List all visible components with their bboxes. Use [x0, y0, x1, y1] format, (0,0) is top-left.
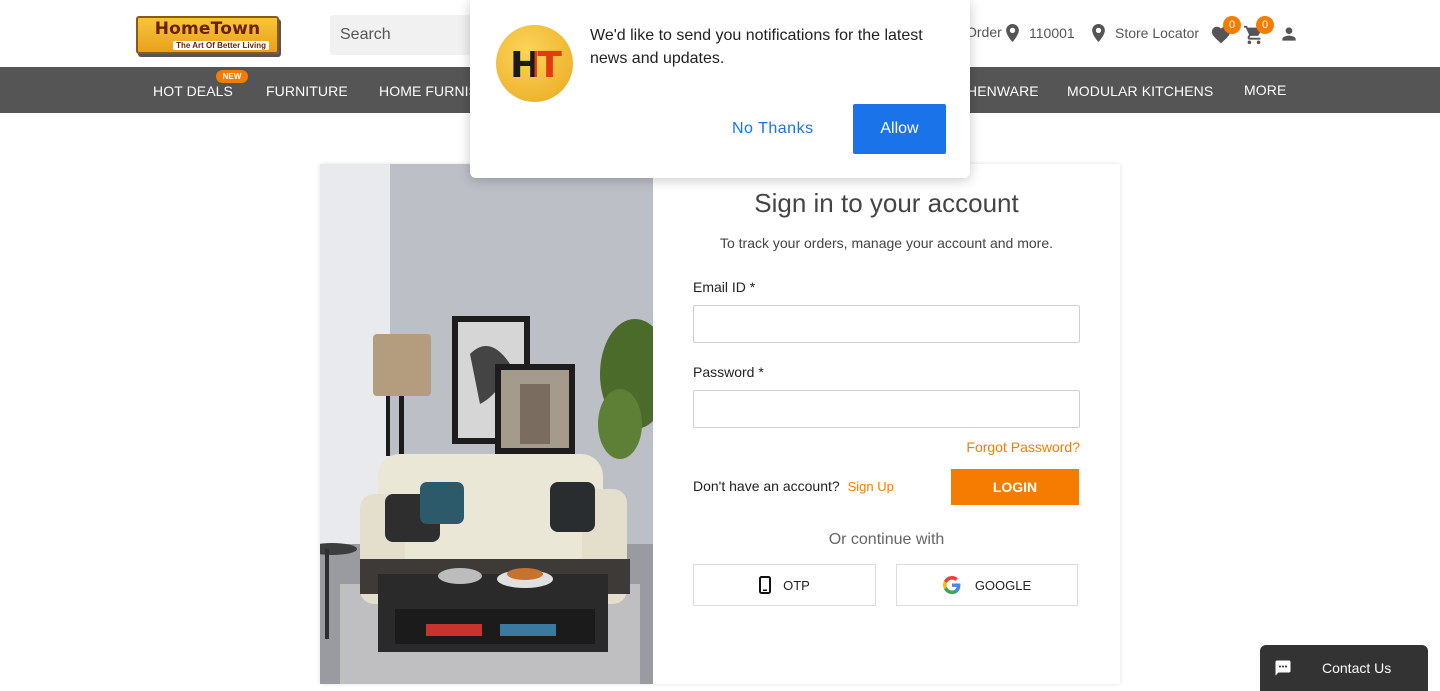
- or-continue-label: Or continue with: [828, 531, 945, 548]
- page-title: Sign in to your account: [754, 188, 1019, 218]
- track-order-link[interactable]: Order: [966, 24, 1002, 40]
- signin-form: Sign in to your account To track your or…: [653, 164, 1120, 684]
- signin-subtitle: To track your orders, manage your accoun…: [719, 235, 1054, 251]
- wishlist-button[interactable]: 0: [1210, 16, 1241, 49]
- pincode-link[interactable]: 110001: [1006, 24, 1075, 42]
- logo-tagline: The Art Of Better Living: [173, 41, 269, 50]
- google-label: GOOGLE: [974, 577, 1032, 593]
- email-label: Email ID *: [693, 279, 756, 295]
- user-icon: [1282, 27, 1296, 41]
- new-badge: NEW: [216, 70, 248, 83]
- otp-login-button[interactable]: OTP: [693, 564, 876, 606]
- track-order-label: Order: [966, 24, 1002, 40]
- hometown-logo[interactable]: HomeTown The Art Of Better Living: [136, 16, 279, 54]
- password-field[interactable]: [693, 390, 1080, 428]
- no-thanks-button[interactable]: No Thanks: [732, 120, 814, 138]
- location-pin-icon: [1092, 24, 1105, 42]
- pincode-value: 110001: [1029, 25, 1075, 41]
- nav-item-furniture[interactable]: FURNITURE: [266, 83, 348, 99]
- living-room-image: [320, 164, 653, 684]
- search-input[interactable]: [330, 15, 480, 55]
- no-account-label: Don't have an account?: [693, 478, 840, 494]
- no-account-text: Don't have an account? Sign Up: [693, 478, 894, 494]
- email-field[interactable]: [693, 305, 1080, 343]
- ht-logo-text: HT: [496, 45, 573, 86]
- google-login-button[interactable]: GOOGLE: [896, 564, 1078, 606]
- cart-button[interactable]: 0: [1243, 16, 1274, 51]
- chat-bubble-icon: [1275, 660, 1291, 676]
- mobile-phone-icon: [759, 576, 772, 594]
- nav-item-kitchenware[interactable]: HENWARE: [967, 83, 1039, 99]
- notification-permission-popup: HT We'd like to send you notifications f…: [470, 0, 970, 178]
- allow-button[interactable]: Allow: [853, 104, 946, 154]
- nav-item-hot-deals[interactable]: HOT DEALS: [153, 83, 233, 99]
- nav-item-more[interactable]: MORE: [1244, 82, 1286, 98]
- contact-us-label: Contact Us: [1322, 660, 1392, 676]
- account-button[interactable]: [1279, 24, 1299, 49]
- logo-text: HomeTown: [154, 19, 261, 39]
- signin-card: Sign in to your account To track your or…: [320, 164, 1120, 684]
- nav-item-modular-kitchens[interactable]: MODULAR KITCHENS: [1067, 83, 1213, 99]
- notification-message: We'd like to send you notifications for …: [590, 27, 923, 67]
- nav-item-home-furnishing[interactable]: HOME FURNIS: [379, 83, 478, 99]
- store-locator-link[interactable]: Store Locator: [1092, 24, 1199, 42]
- google-icon: [942, 576, 961, 594]
- location-pin-icon: [1006, 24, 1019, 42]
- otp-label: OTP: [783, 577, 810, 593]
- password-label: Password *: [693, 364, 764, 380]
- ht-logo: HT: [496, 25, 573, 102]
- cart-count-badge: 0: [1256, 16, 1274, 34]
- wishlist-count-badge: 0: [1223, 16, 1241, 34]
- sign-up-link[interactable]: Sign Up: [848, 479, 894, 494]
- contact-us-button[interactable]: Contact Us: [1260, 645, 1428, 691]
- forgot-password-link[interactable]: Forgot Password?: [966, 439, 1080, 455]
- store-locator-label: Store Locator: [1115, 25, 1200, 41]
- login-button[interactable]: LOGIN: [951, 469, 1079, 505]
